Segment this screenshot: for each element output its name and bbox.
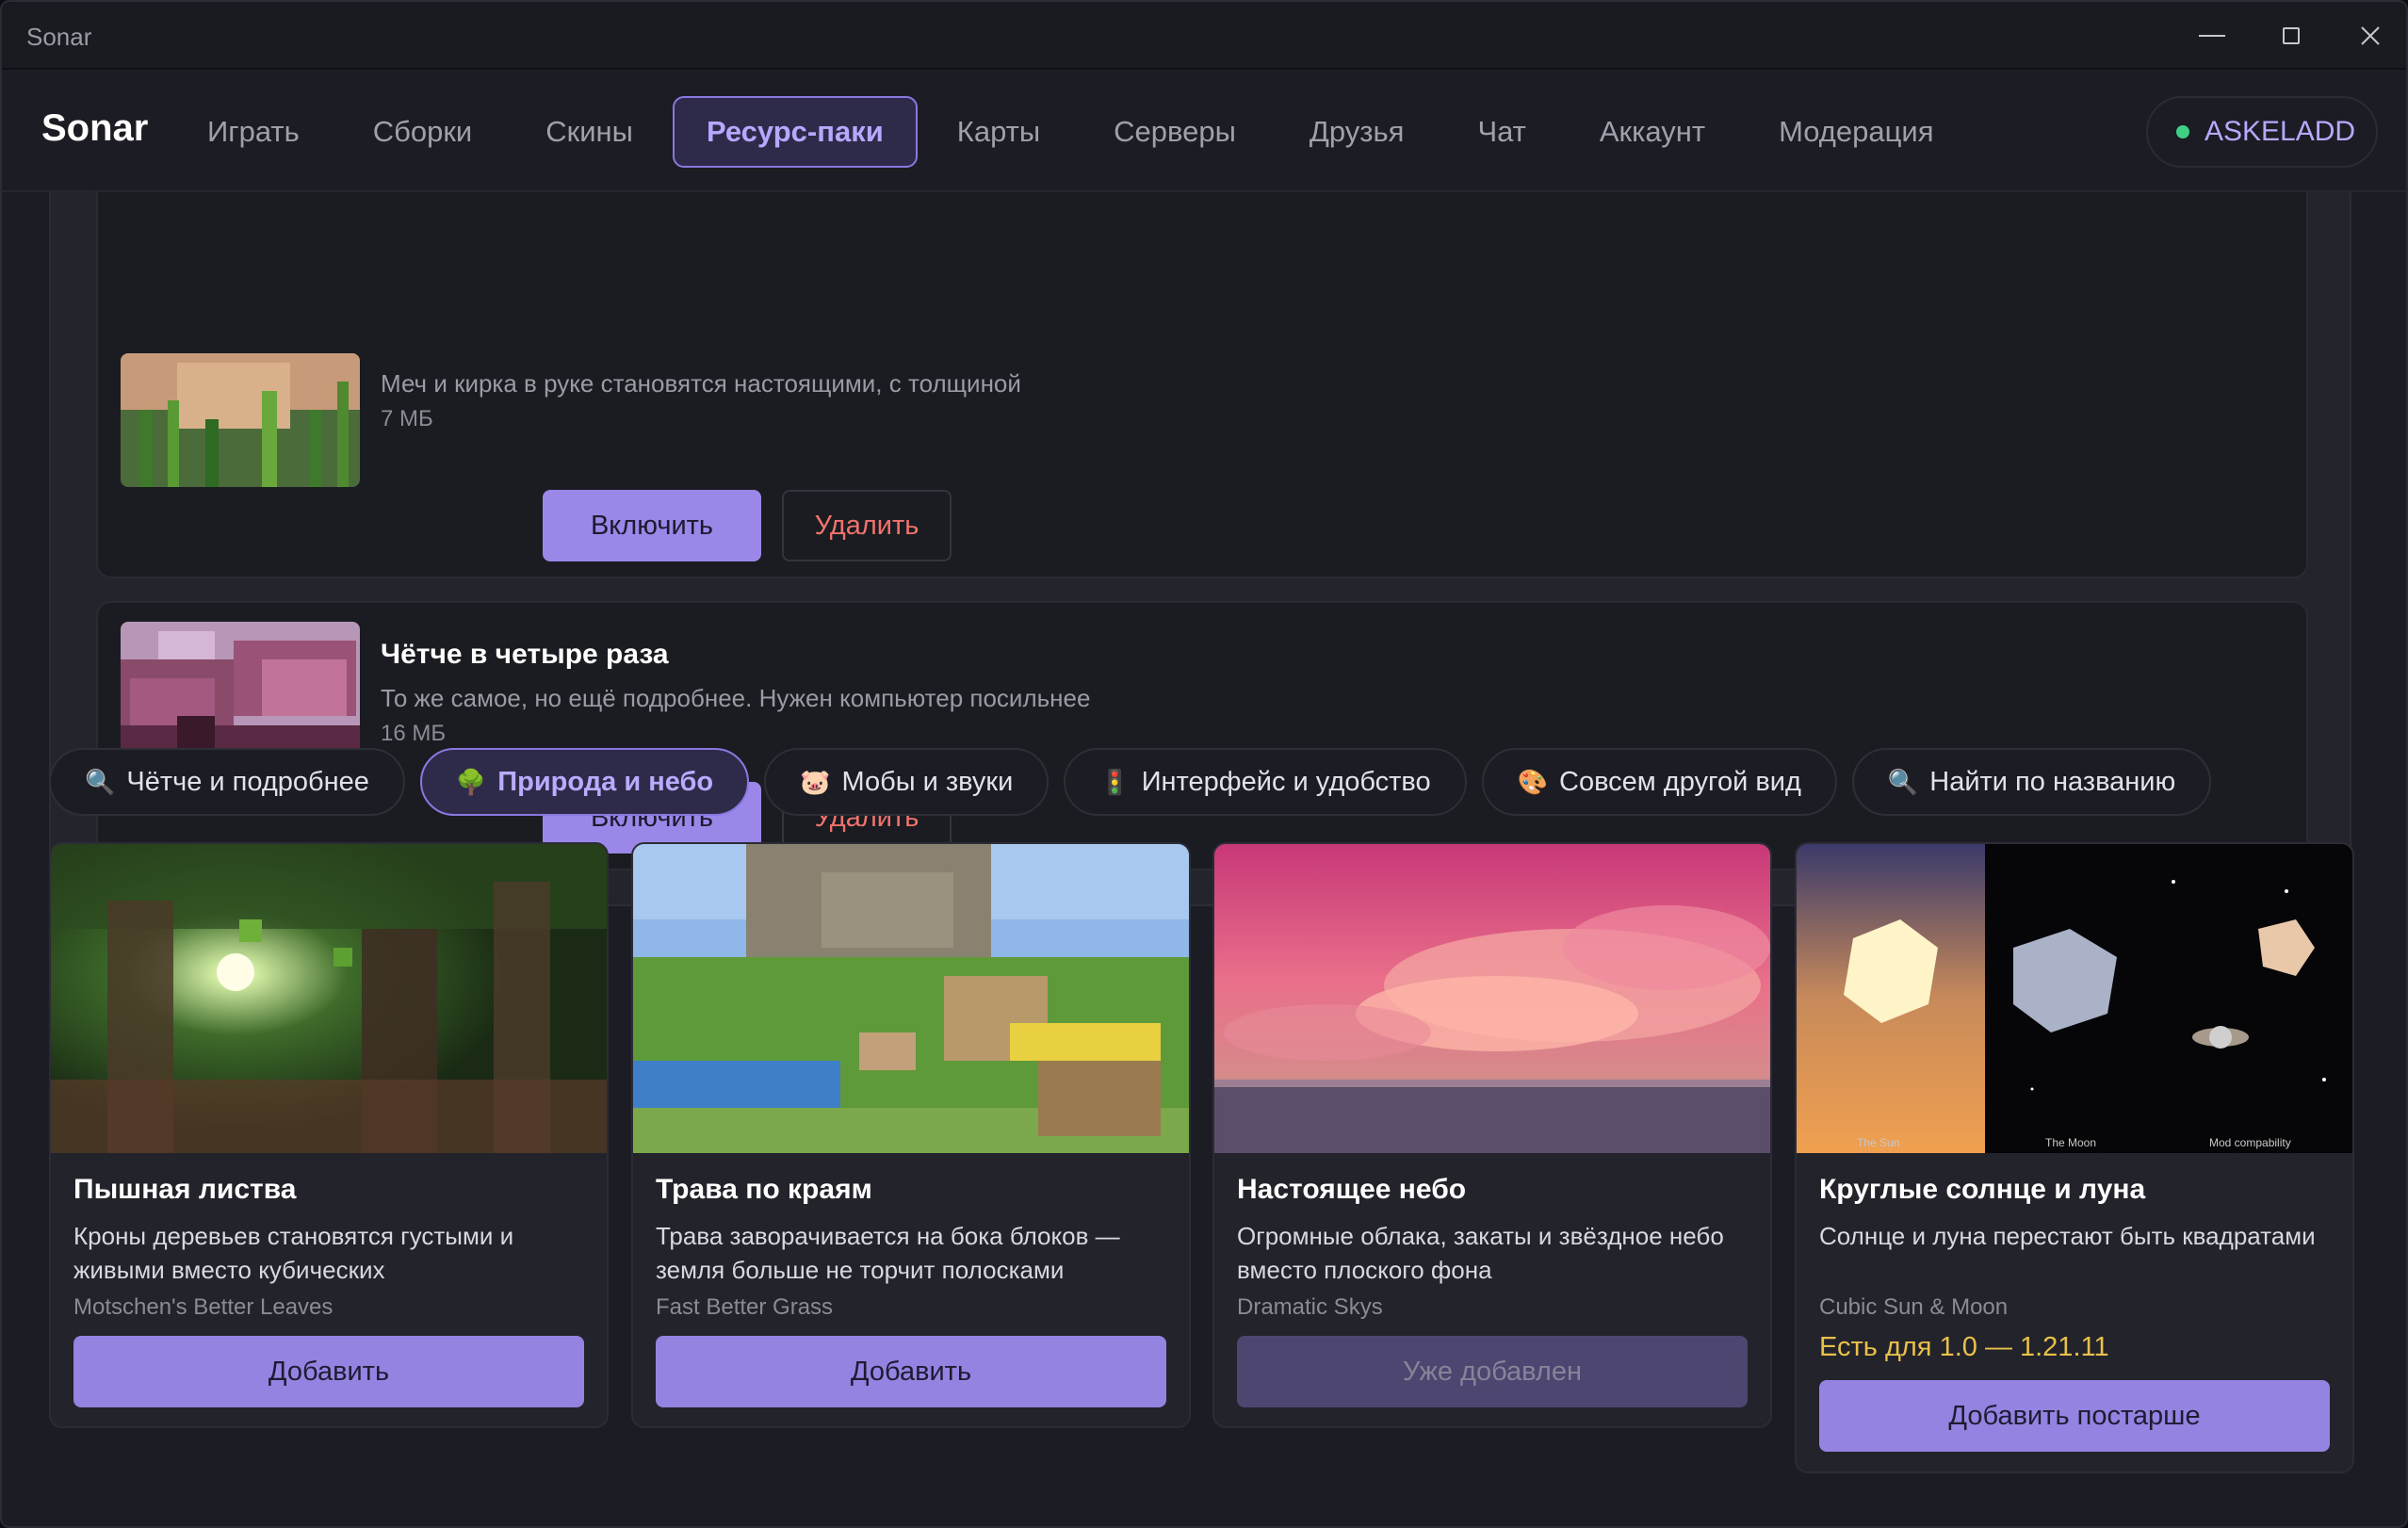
pig-icon: 🐷	[800, 767, 831, 796]
tab-label: Природа и небо	[497, 766, 714, 797]
pack-card: Пышная листва Кроны деревьев становятся …	[49, 842, 609, 1428]
card-source: Cubic Sun & Moon	[1819, 1294, 2009, 1320]
card-description: Трава заворачивается на бока блоков — зе…	[656, 1222, 1120, 1284]
card-body: Пышная листва Кроны деревьев становятся …	[51, 1153, 607, 1407]
top-nav: Sonar Играть Сборки Скины Ресурс-паки Ка…	[2, 70, 2406, 192]
enable-button[interactable]: Включить	[543, 490, 761, 561]
add-button[interactable]: Добавить	[656, 1336, 1166, 1407]
card-image	[1214, 844, 1770, 1153]
already-added-button[interactable]: Уже добавлен	[1237, 1336, 1748, 1407]
image-caption: The Moon	[2045, 1136, 2097, 1149]
user-account-button[interactable]: ASKELADD	[2146, 96, 2378, 168]
nav-item-resource-packs[interactable]: Ресурс-паки	[672, 96, 918, 168]
pack-info: Меч и кирка в руке становятся настоящими…	[381, 369, 1021, 432]
main-content[interactable]: Меч и кирка в руке становятся настоящими…	[2, 192, 2406, 1526]
nav-item-maps[interactable]: Карты	[923, 96, 1074, 168]
card-source: Dramatic Skys	[1237, 1294, 1383, 1320]
window-title: Sonar	[26, 23, 92, 51]
maximize-icon	[2283, 27, 2300, 44]
card-title: Пышная листва	[73, 1174, 297, 1205]
installed-pack-item: Меч и кирка в руке становятся настоящими…	[96, 192, 2308, 578]
image-caption: Mod compability	[2209, 1136, 2291, 1149]
online-status-icon	[2176, 125, 2189, 138]
pack-card: Трава по краям Трава заворачивается на б…	[631, 842, 1191, 1428]
traffic-light-icon: 🚦	[1099, 767, 1131, 796]
pack-info: Чётче в четыре раза То же самое, но ещё …	[381, 639, 1090, 747]
installed-pack-item: Чётче в четыре раза То же самое, но ещё …	[96, 601, 2308, 870]
pack-card: Настоящее небо Огромные облака, закаты и…	[1212, 842, 1772, 1428]
card-body: Трава по краям Трава заворачивается на б…	[633, 1153, 1189, 1407]
minimize-icon	[2199, 35, 2225, 37]
tab-label: Совсем другой вид	[1559, 766, 1801, 797]
close-icon	[2361, 26, 2380, 45]
tab-different-look[interactable]: 🎨 Совсем другой вид	[1481, 748, 1837, 816]
nav-item-skins[interactable]: Скины	[512, 96, 667, 168]
tab-label: Мобы и звуки	[841, 766, 1014, 797]
card-image: The Sun The Moon Mod compability	[1797, 844, 2352, 1153]
card-body: Настоящее небо Огромные облака, закаты и…	[1214, 1153, 1770, 1407]
tab-mobs-sounds[interactable]: 🐷 Мобы и звуки	[764, 748, 1049, 816]
title-bar[interactable]: Sonar	[2, 2, 2406, 70]
tab-label: Интерфейс и удобство	[1141, 766, 1431, 797]
nav-item-friends[interactable]: Друзья	[1276, 96, 1439, 168]
app-window: Sonar Sonar Играть Сборки Скины Ресурс-п…	[0, 0, 2408, 1528]
delete-button[interactable]: Удалить	[782, 490, 952, 561]
pack-title: Чётче в четыре раза	[381, 639, 669, 670]
card-description: Солнце и луна перестают быть квадратами	[1819, 1222, 2316, 1250]
pack-thumbnail	[121, 622, 360, 756]
magnifier-icon: 🔍	[1887, 767, 1919, 796]
add-button[interactable]: Добавить	[73, 1336, 584, 1407]
magnifier-icon: 🔍	[85, 767, 116, 796]
pack-card: The Sun The Moon Mod compability Круглые…	[1795, 842, 2354, 1473]
card-title: Круглые солнце и луна	[1819, 1174, 2146, 1205]
card-source: Fast Better Grass	[656, 1294, 834, 1320]
add-older-button[interactable]: Добавить постарше	[1819, 1380, 2330, 1452]
nav-item-moderation[interactable]: Модерация	[1745, 96, 1967, 168]
category-tabs: 🔍 Чётче и подробнее 🌳 Природа и небо 🐷 М…	[49, 748, 2226, 816]
pack-thumbnail	[121, 353, 360, 487]
nav-item-chat[interactable]: Чат	[1443, 96, 1559, 168]
pack-size: 16 МБ	[381, 721, 447, 746]
card-title: Трава по краям	[656, 1174, 872, 1205]
card-description: Огромные облака, закаты и звёздное небо …	[1237, 1222, 1724, 1284]
image-caption: The Sun	[1857, 1136, 1900, 1149]
tab-interface[interactable]: 🚦 Интерфейс и удобство	[1064, 748, 1467, 816]
tab-search-by-name[interactable]: 🔍 Найти по названию	[1851, 748, 2212, 816]
nav-items: Играть Сборки Скины Ресурс-паки Карты Се…	[173, 96, 1973, 168]
minimize-button[interactable]	[2184, 11, 2240, 60]
maximize-button[interactable]	[2263, 11, 2319, 60]
version-compatibility-note: Есть для 1.0 — 1.21.11	[1819, 1332, 2109, 1362]
nav-item-servers[interactable]: Серверы	[1080, 96, 1270, 168]
nav-item-account[interactable]: Аккаунт	[1566, 96, 1739, 168]
pack-description: Меч и кирка в руке становятся настоящими…	[381, 369, 1021, 398]
card-description: Кроны деревьев становятся густыми и живы…	[73, 1222, 514, 1284]
tree-icon: 🌳	[455, 767, 487, 796]
palette-icon: 🎨	[1517, 767, 1549, 796]
tab-nature-sky[interactable]: 🌳 Природа и небо	[419, 748, 750, 816]
card-title: Настоящее небо	[1237, 1174, 1467, 1205]
card-source: Motschen's Better Leaves	[73, 1294, 334, 1320]
nav-item-play[interactable]: Играть	[173, 96, 334, 168]
card-body: Круглые солнце и луна Солнце и луна пере…	[1797, 1153, 2352, 1452]
pack-size: 7 МБ	[381, 406, 433, 431]
nav-item-modpacks[interactable]: Сборки	[339, 96, 507, 168]
pack-description: То же самое, но ещё подробнее. Нужен ком…	[381, 684, 1091, 712]
tab-label: Чётче и подробнее	[126, 766, 369, 797]
card-image	[51, 844, 607, 1153]
username: ASKELADD	[2205, 116, 2356, 147]
tab-label: Найти по названию	[1929, 766, 2176, 797]
card-image	[633, 844, 1189, 1153]
brand-logo[interactable]: Sonar	[41, 107, 148, 150]
tab-sharper[interactable]: 🔍 Чётче и подробнее	[49, 748, 405, 816]
close-button[interactable]	[2342, 11, 2399, 60]
